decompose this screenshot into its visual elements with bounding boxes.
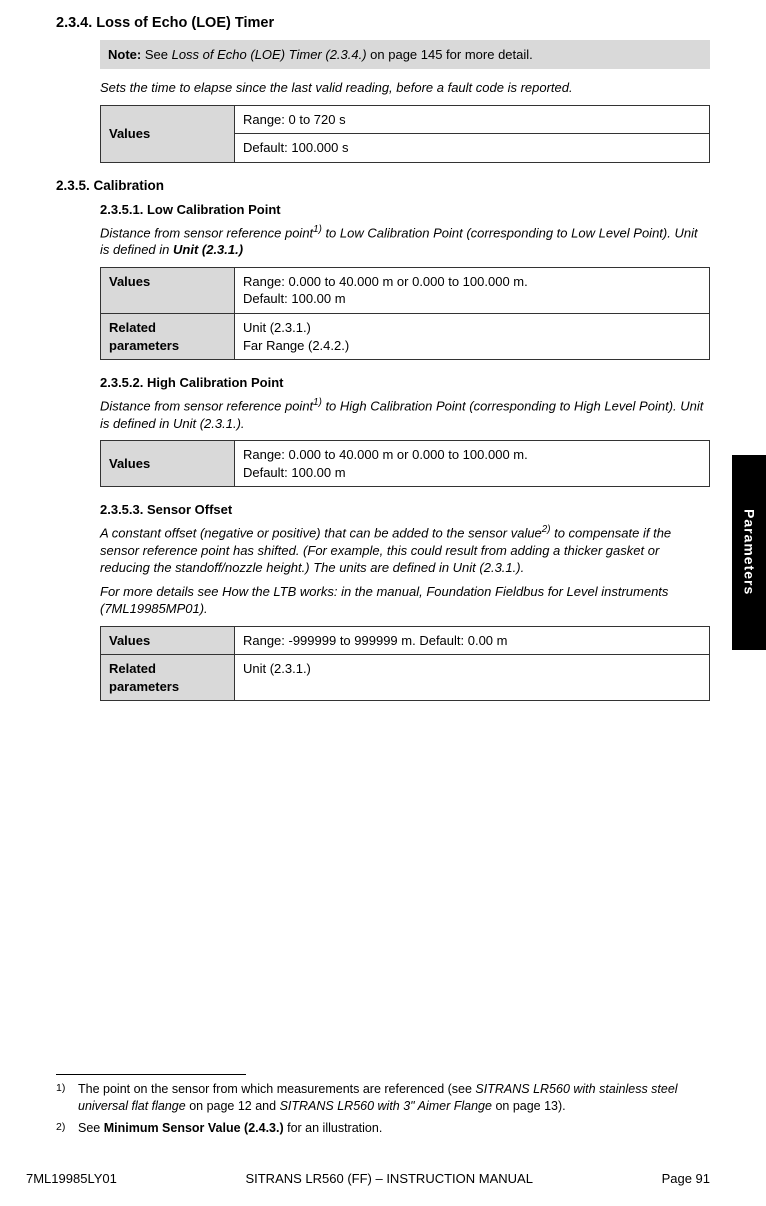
footnote-rule xyxy=(56,1074,246,1075)
note-rest: on page 145 for more detail. xyxy=(370,47,533,62)
desc-234: Sets the time to elapse since the last v… xyxy=(100,79,710,97)
values-label: Values xyxy=(101,105,235,162)
footnote-1: 1) The point on the sensor from which me… xyxy=(56,1081,710,1115)
values-label: Values xyxy=(101,441,235,487)
table-2352: Values Range: 0.000 to 40.000 m or 0.000… xyxy=(100,440,710,487)
fn1-c: on page 12 and xyxy=(189,1099,279,1113)
page: Parameters 2.3.4. Loss of Echo (LOE) Tim… xyxy=(0,0,766,1206)
fn2-c: for an illustration. xyxy=(284,1121,383,1135)
fn1-a: The point on the sensor from which measu… xyxy=(78,1082,475,1096)
desc-2351-a: Distance from sensor reference point xyxy=(100,225,313,240)
table-2353: Values Range: -999999 to 999999 m. Defau… xyxy=(100,626,710,702)
footer-left: 7ML19985LY01 xyxy=(26,1170,117,1188)
footnote-mark-1: 1) xyxy=(313,224,322,235)
heading-2351: 2.3.5.1. Low Calibration Point xyxy=(100,201,710,219)
values-default: Default: 100.000 s xyxy=(234,134,709,163)
related-text: Unit (2.3.1.) Far Range (2.4.2.) xyxy=(234,314,709,360)
heading-2352: 2.3.5.2. High Calibration Point xyxy=(100,374,710,392)
desc-2353-2: For more details see How the LTB works: … xyxy=(100,583,710,618)
footnote-2-text: See Minimum Sensor Value (2.4.3.) for an… xyxy=(78,1120,382,1137)
page-footer: 7ML19985LY01 SITRANS LR560 (FF) – INSTRU… xyxy=(26,1170,710,1188)
section-2351: 2.3.5.1. Low Calibration Point Distance … xyxy=(100,201,710,360)
section-234-body: Note: See Loss of Echo (LOE) Timer (2.3.… xyxy=(100,40,710,163)
heading-2353: 2.3.5.3. Sensor Offset xyxy=(100,501,710,519)
values-text: Range: -999999 to 999999 m. Default: 0.0… xyxy=(234,626,709,655)
heading-235: 2.3.5. Calibration xyxy=(56,177,710,195)
footnote-1-mark: 1) xyxy=(56,1081,78,1115)
note-link: Loss of Echo (LOE) Timer (2.3.4.) xyxy=(172,47,371,62)
fn1-e: on page 13). xyxy=(495,1099,565,1113)
note-see: See xyxy=(145,47,172,62)
heading-234: 2.3.4. Loss of Echo (LOE) Timer xyxy=(56,14,710,34)
footnotes: 1) The point on the sensor from which me… xyxy=(56,1074,710,1142)
related-label: Related parameters xyxy=(101,655,235,701)
section-2353: 2.3.5.3. Sensor Offset A constant offset… xyxy=(100,501,710,701)
table-234-values: Values Range: 0 to 720 s Default: 100.00… xyxy=(100,105,710,163)
desc-2353: A constant offset (negative or positive)… xyxy=(100,523,710,577)
footnote-2: 2) See Minimum Sensor Value (2.4.3.) for… xyxy=(56,1120,710,1137)
fn2-a: See xyxy=(78,1121,104,1135)
values-text: Range: 0.000 to 40.000 m or 0.000 to 100… xyxy=(234,267,709,313)
table-2351: Values Range: 0.000 to 40.000 m or 0.000… xyxy=(100,267,710,360)
desc-2351-c: Unit (2.3.1.) xyxy=(173,242,243,257)
note-bar: Note: See Loss of Echo (LOE) Timer (2.3.… xyxy=(100,40,710,70)
note-prefix: Note: xyxy=(108,47,145,62)
values-range: Range: 0 to 720 s xyxy=(234,105,709,134)
desc-2351: Distance from sensor reference point1) t… xyxy=(100,223,710,259)
footer-center: SITRANS LR560 (FF) – INSTRUCTION MANUAL xyxy=(245,1170,533,1188)
fn2-b: Minimum Sensor Value (2.4.3.) xyxy=(104,1121,284,1135)
section-234: 2.3.4. Loss of Echo (LOE) Timer Note: Se… xyxy=(56,14,710,163)
desc-2352-a: Distance from sensor reference point xyxy=(100,398,313,413)
related-label: Related parameters xyxy=(101,314,235,360)
section-2352: 2.3.5.2. High Calibration Point Distance… xyxy=(100,374,710,487)
footer-right: Page 91 xyxy=(662,1170,710,1188)
footnote-1-text: The point on the sensor from which measu… xyxy=(78,1081,710,1115)
section-235: 2.3.5. Calibration 2.3.5.1. Low Calibrat… xyxy=(56,177,710,702)
fn1-d: SITRANS LR560 with 3" Aimer Flange xyxy=(280,1099,496,1113)
desc-2352: Distance from sensor reference point1) t… xyxy=(100,396,710,432)
values-label: Values xyxy=(101,267,235,313)
values-text: Range: 0.000 to 40.000 m or 0.000 to 100… xyxy=(234,441,709,487)
footnote-mark-1: 1) xyxy=(313,397,322,408)
desc-2353-a: A constant offset (negative or positive)… xyxy=(100,525,542,540)
footnote-2-mark: 2) xyxy=(56,1120,78,1137)
side-tab-parameters: Parameters xyxy=(732,455,766,650)
values-label: Values xyxy=(101,626,235,655)
related-text: Unit (2.3.1.) xyxy=(234,655,709,701)
